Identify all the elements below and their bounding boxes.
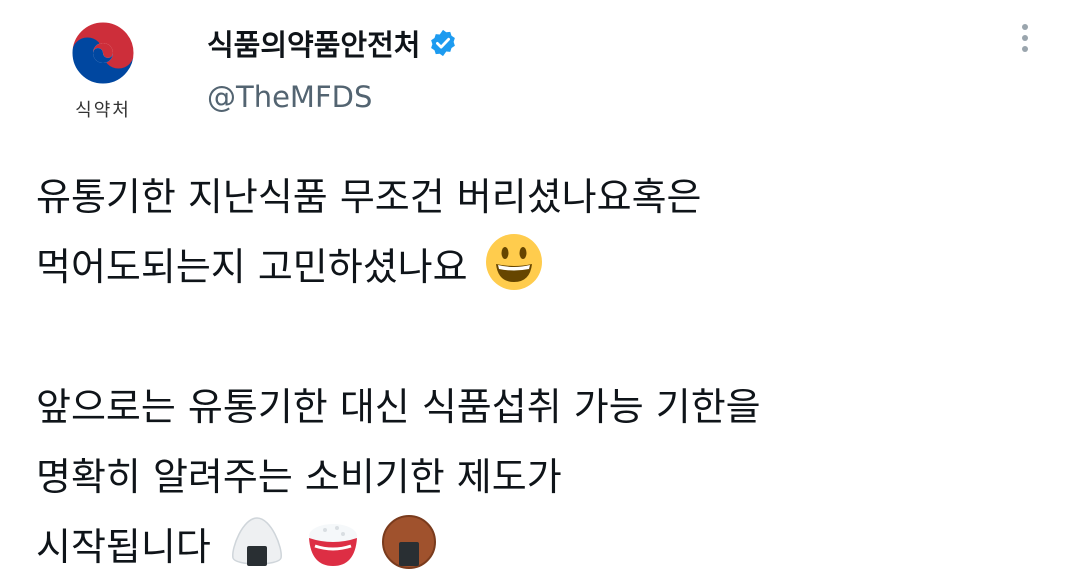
display-name[interactable]: 식품의약품안전처 xyxy=(207,22,458,64)
tweet-line: 유통기한 지난식품 무조건 버리셨나요혹은 xyxy=(36,162,1046,232)
tweet-line-text: 시작됩니다 xyxy=(36,525,211,569)
rice-cracker-emoji-icon xyxy=(382,515,437,569)
verified-badge-icon xyxy=(431,29,456,57)
display-name-text: 식품의약품안전처 xyxy=(207,28,421,62)
profile-avatar[interactable]: 식약처 xyxy=(38,6,168,136)
tweet-line-text: 앞으로는 유통기한 대신 식품섭취 가능 기한을 xyxy=(36,385,761,429)
tweet-text: 유통기한 지난식품 무조건 버리셨나요혹은 먹어도되는지 고민하셨나요 앞으로는… xyxy=(36,162,1046,582)
user-handle[interactable]: @TheMFDS xyxy=(207,80,372,114)
tweet-line xyxy=(36,302,1046,372)
tweet-card: 식약처 식품의약품안전처 @TheMFDS 유통기한 지난식품 무조건 버리셨나… xyxy=(0,0,1080,581)
more-vertical-icon-dot xyxy=(1022,35,1028,41)
tweet-line-text: 먹어도되는지 고민하셨나요 xyxy=(36,245,468,289)
more-vertical-icon-dot xyxy=(1022,46,1028,52)
smiling-face-emoji-icon xyxy=(485,234,542,290)
tweet-line: 시작됩니다 xyxy=(36,512,1046,582)
rice-ball-emoji-icon xyxy=(232,517,282,566)
more-options-button[interactable] xyxy=(1010,18,1040,58)
government-emblem-icon xyxy=(71,21,135,85)
tweet-line-text: 명확히 알려주는 소비기한 제도가 xyxy=(36,455,562,499)
tweet-line: 먹어도되는지 고민하셨나요 xyxy=(36,232,1046,302)
tweet-line-text: 유통기한 지난식품 무조건 버리셨나요혹은 xyxy=(36,175,702,219)
avatar-label: 식약처 xyxy=(75,100,131,121)
tweet-line: 앞으로는 유통기한 대신 식품섭취 가능 기한을 xyxy=(36,372,1046,442)
more-vertical-icon-dot xyxy=(1022,24,1028,30)
tweet-line: 명확히 알려주는 소비기한 제도가 xyxy=(36,442,1046,512)
cooked-rice-emoji-icon xyxy=(309,524,357,566)
